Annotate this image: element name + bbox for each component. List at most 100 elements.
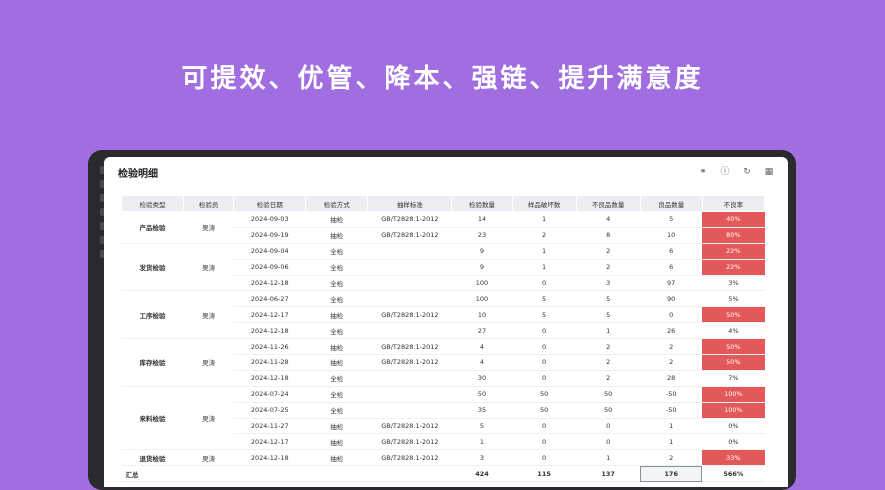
cell-method: 抽检 [305, 433, 368, 451]
cell-standard [367, 402, 452, 419]
cell-qty: 30 [451, 370, 513, 387]
cell-qty: 9 [451, 259, 513, 276]
cell-rate: 0% [702, 433, 765, 451]
cell-destroyed: 1 [512, 211, 577, 228]
cell-destroyed: 5 [512, 306, 577, 324]
column-header[interactable]: 不良率 [701, 195, 766, 212]
summary-label: 汇总 [121, 465, 452, 483]
cell-defects: 5 [576, 290, 641, 308]
cell-defects: 0 [576, 433, 641, 451]
cell-date: 2024-09-03 [233, 211, 306, 228]
cell-destroyed: 1 [512, 243, 577, 260]
cell-type: 产品检验 [121, 211, 184, 244]
cell-method: 全检 [305, 259, 368, 276]
cell-defects: 8 [576, 227, 641, 244]
cell-good: -50 [640, 386, 703, 403]
cell-qty: 3 [451, 449, 513, 467]
cell-defects: 2 [576, 338, 641, 356]
cell-defects: 4 [576, 211, 641, 228]
table-row[interactable]: 库存检验 吴涛 2024-11-26 抽检 GB/T2828.1-2012 4 0 2 2 50% [121, 338, 765, 387]
cell-date: 2024-12-18 [233, 449, 306, 467]
summary-good: 176 [640, 465, 703, 483]
cell-inspector: 吴涛 [183, 449, 234, 467]
table-row[interactable]: 工序检验 吴涛 2024-06-27 全检 100 5 5 90 5% [121, 290, 765, 340]
summary-row: 汇总 424 115 137 176 566% [121, 465, 765, 483]
cell-good: 90 [640, 290, 703, 308]
grid-icon[interactable]: ▦ [764, 167, 774, 177]
cell-qty: 100 [451, 275, 513, 292]
share-icon[interactable]: ⚭ [698, 167, 708, 177]
cell-good: 0 [640, 306, 703, 324]
cell-date: 2024-12-17 [233, 433, 306, 451]
cell-rate: 22% [702, 243, 765, 260]
refresh-icon[interactable]: ↻ [742, 167, 752, 177]
column-header[interactable]: 检验方式 [305, 195, 369, 212]
cell-date: 2024-11-28 [233, 354, 306, 371]
cell-date: 2024-09-06 [233, 259, 306, 276]
cell-date: 2024-12-18 [233, 275, 306, 292]
cell-inspector: 吴涛 [183, 338, 234, 387]
cell-date: 2024-09-04 [233, 243, 306, 260]
table-row[interactable]: 产品检验 吴涛 2024-09-03 抽检 GB/T2828.1-2012 14 1 4 5 40… [121, 211, 765, 244]
column-header[interactable]: 检验数量 [451, 195, 513, 212]
cell-defects: 3 [576, 275, 641, 292]
table-row[interactable]: 退货检验 吴涛 2024-12-18 抽检 GB/T2828.1-2012 3 0 1 2 33% [121, 449, 765, 467]
cell-inspector: 吴涛 [183, 290, 234, 340]
cell-destroyed: 2 [512, 227, 577, 244]
cell-destroyed: 0 [512, 449, 577, 467]
cell-standard: GB/T2828.1-2012 [367, 354, 452, 371]
cell-defects: 2 [576, 354, 641, 371]
cell-standard [367, 259, 452, 276]
table-row[interactable]: 来料检验 吴涛 2024-07-24 全检 50 50 50 -50 100% [121, 386, 765, 451]
cell-standard: GB/T2828.1-2012 [367, 338, 452, 356]
cell-standard: GB/T2828.1-2012 [367, 306, 452, 324]
cell-standard [367, 243, 452, 260]
cell-method: 全检 [305, 370, 368, 387]
cell-rate: 80% [702, 227, 765, 244]
cell-standard: GB/T2828.1-2012 [367, 449, 452, 467]
cell-date: 2024-06-27 [233, 290, 306, 308]
cell-good: 2 [640, 449, 703, 467]
cell-qty: 9 [451, 243, 513, 260]
cell-method: 抽检 [305, 338, 368, 356]
headline: 可提效、优管、降本、强链、提升满意度 [181, 64, 704, 94]
cell-standard [367, 322, 452, 340]
cell-rate: 5% [702, 290, 765, 308]
cell-rate: 50% [702, 306, 765, 324]
column-header[interactable]: 检验员 [183, 195, 235, 212]
cell-inspector: 吴涛 [183, 211, 234, 244]
cell-qty: 100 [451, 290, 513, 308]
cell-date: 2024-11-27 [233, 418, 306, 435]
cell-good: 10 [640, 227, 703, 244]
cell-rate: 50% [702, 338, 765, 356]
cell-type: 退货检验 [121, 449, 184, 467]
cell-method: 抽检 [305, 449, 368, 467]
cell-good: -50 [640, 402, 703, 419]
column-header[interactable]: 抽样标准 [367, 195, 453, 212]
table-row[interactable]: 发货检验 吴涛 2024-09-04 全检 9 1 2 6 22% [121, 243, 765, 292]
cell-standard [367, 275, 452, 292]
cell-destroyed: 0 [512, 354, 577, 371]
cell-good: 2 [640, 354, 703, 371]
cell-date: 2024-07-24 [233, 386, 306, 403]
cell-inspector: 吴涛 [183, 386, 234, 451]
cell-destroyed: 0 [512, 322, 577, 340]
column-header[interactable]: 样品破坏数 [511, 195, 577, 212]
cell-destroyed: 50 [512, 402, 577, 419]
cell-type: 库存检验 [121, 338, 184, 387]
column-header[interactable]: 检验日期 [233, 195, 307, 212]
info-icon[interactable]: ⓘ [720, 167, 730, 177]
cell-defects: 50 [576, 386, 641, 403]
cell-method: 全检 [305, 275, 368, 292]
cell-good: 97 [640, 275, 703, 292]
cell-inspector: 吴涛 [183, 243, 234, 292]
column-header[interactable]: 良品数量 [639, 195, 703, 212]
cell-standard: GB/T2828.1-2012 [367, 418, 452, 435]
column-header[interactable]: 不良品数量 [575, 195, 641, 212]
cell-good: 26 [640, 322, 703, 340]
cell-standard: GB/T2828.1-2012 [367, 211, 452, 228]
column-header[interactable]: 检验类型 [120, 195, 185, 212]
cell-qty: 27 [451, 322, 513, 340]
cell-rate: 0% [702, 418, 765, 435]
cell-date: 2024-07-25 [233, 402, 306, 419]
